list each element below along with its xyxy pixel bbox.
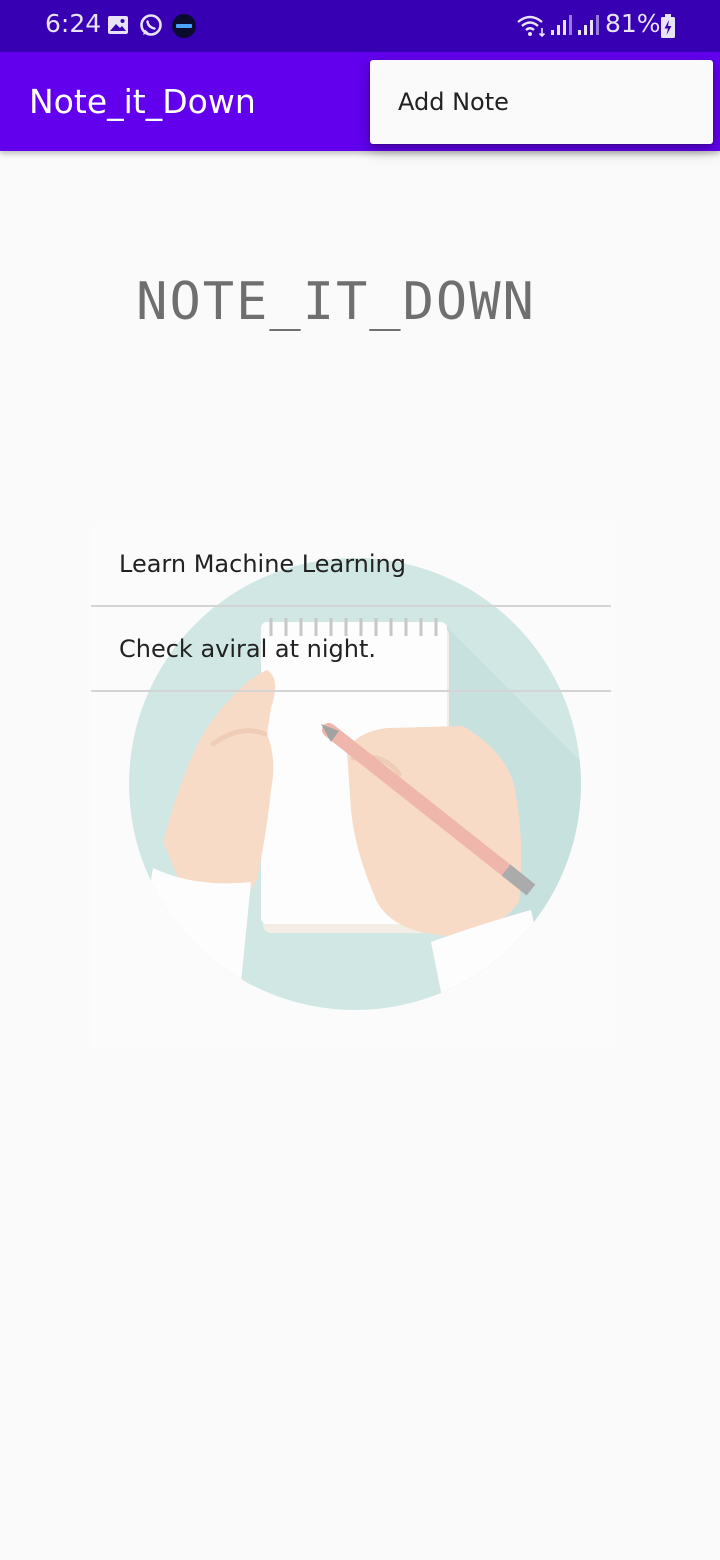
status-time: 6:24 [45,9,102,38]
status-bar: 6:24 81% [0,0,720,52]
app-notification-icon [171,13,197,43]
battery-charging-icon [660,14,676,44]
notes-panel: Learn Machine Learning Check aviral at n… [91,522,615,1048]
menu-item-label: Add Note [398,88,509,116]
note-list-item[interactable]: Check aviral at night. [91,607,611,692]
wifi-icon [516,14,548,42]
app-title: Note_it_Down [29,82,256,121]
note-text: Learn Machine Learning [119,550,406,578]
gallery-icon [106,13,130,41]
note-text: Check aviral at night. [119,635,377,663]
signal-icon [576,15,600,41]
signal-icon [549,15,573,41]
menu-item-add-note[interactable]: Add Note [370,60,713,144]
note-list: Learn Machine Learning Check aviral at n… [91,522,611,692]
page-heading: NOTE_IT_DOWN [136,272,536,332]
overflow-menu: Add Note [370,60,713,144]
whatsapp-icon [138,13,164,43]
battery-percentage: 81% [605,9,661,38]
note-list-item[interactable]: Learn Machine Learning [91,522,611,607]
